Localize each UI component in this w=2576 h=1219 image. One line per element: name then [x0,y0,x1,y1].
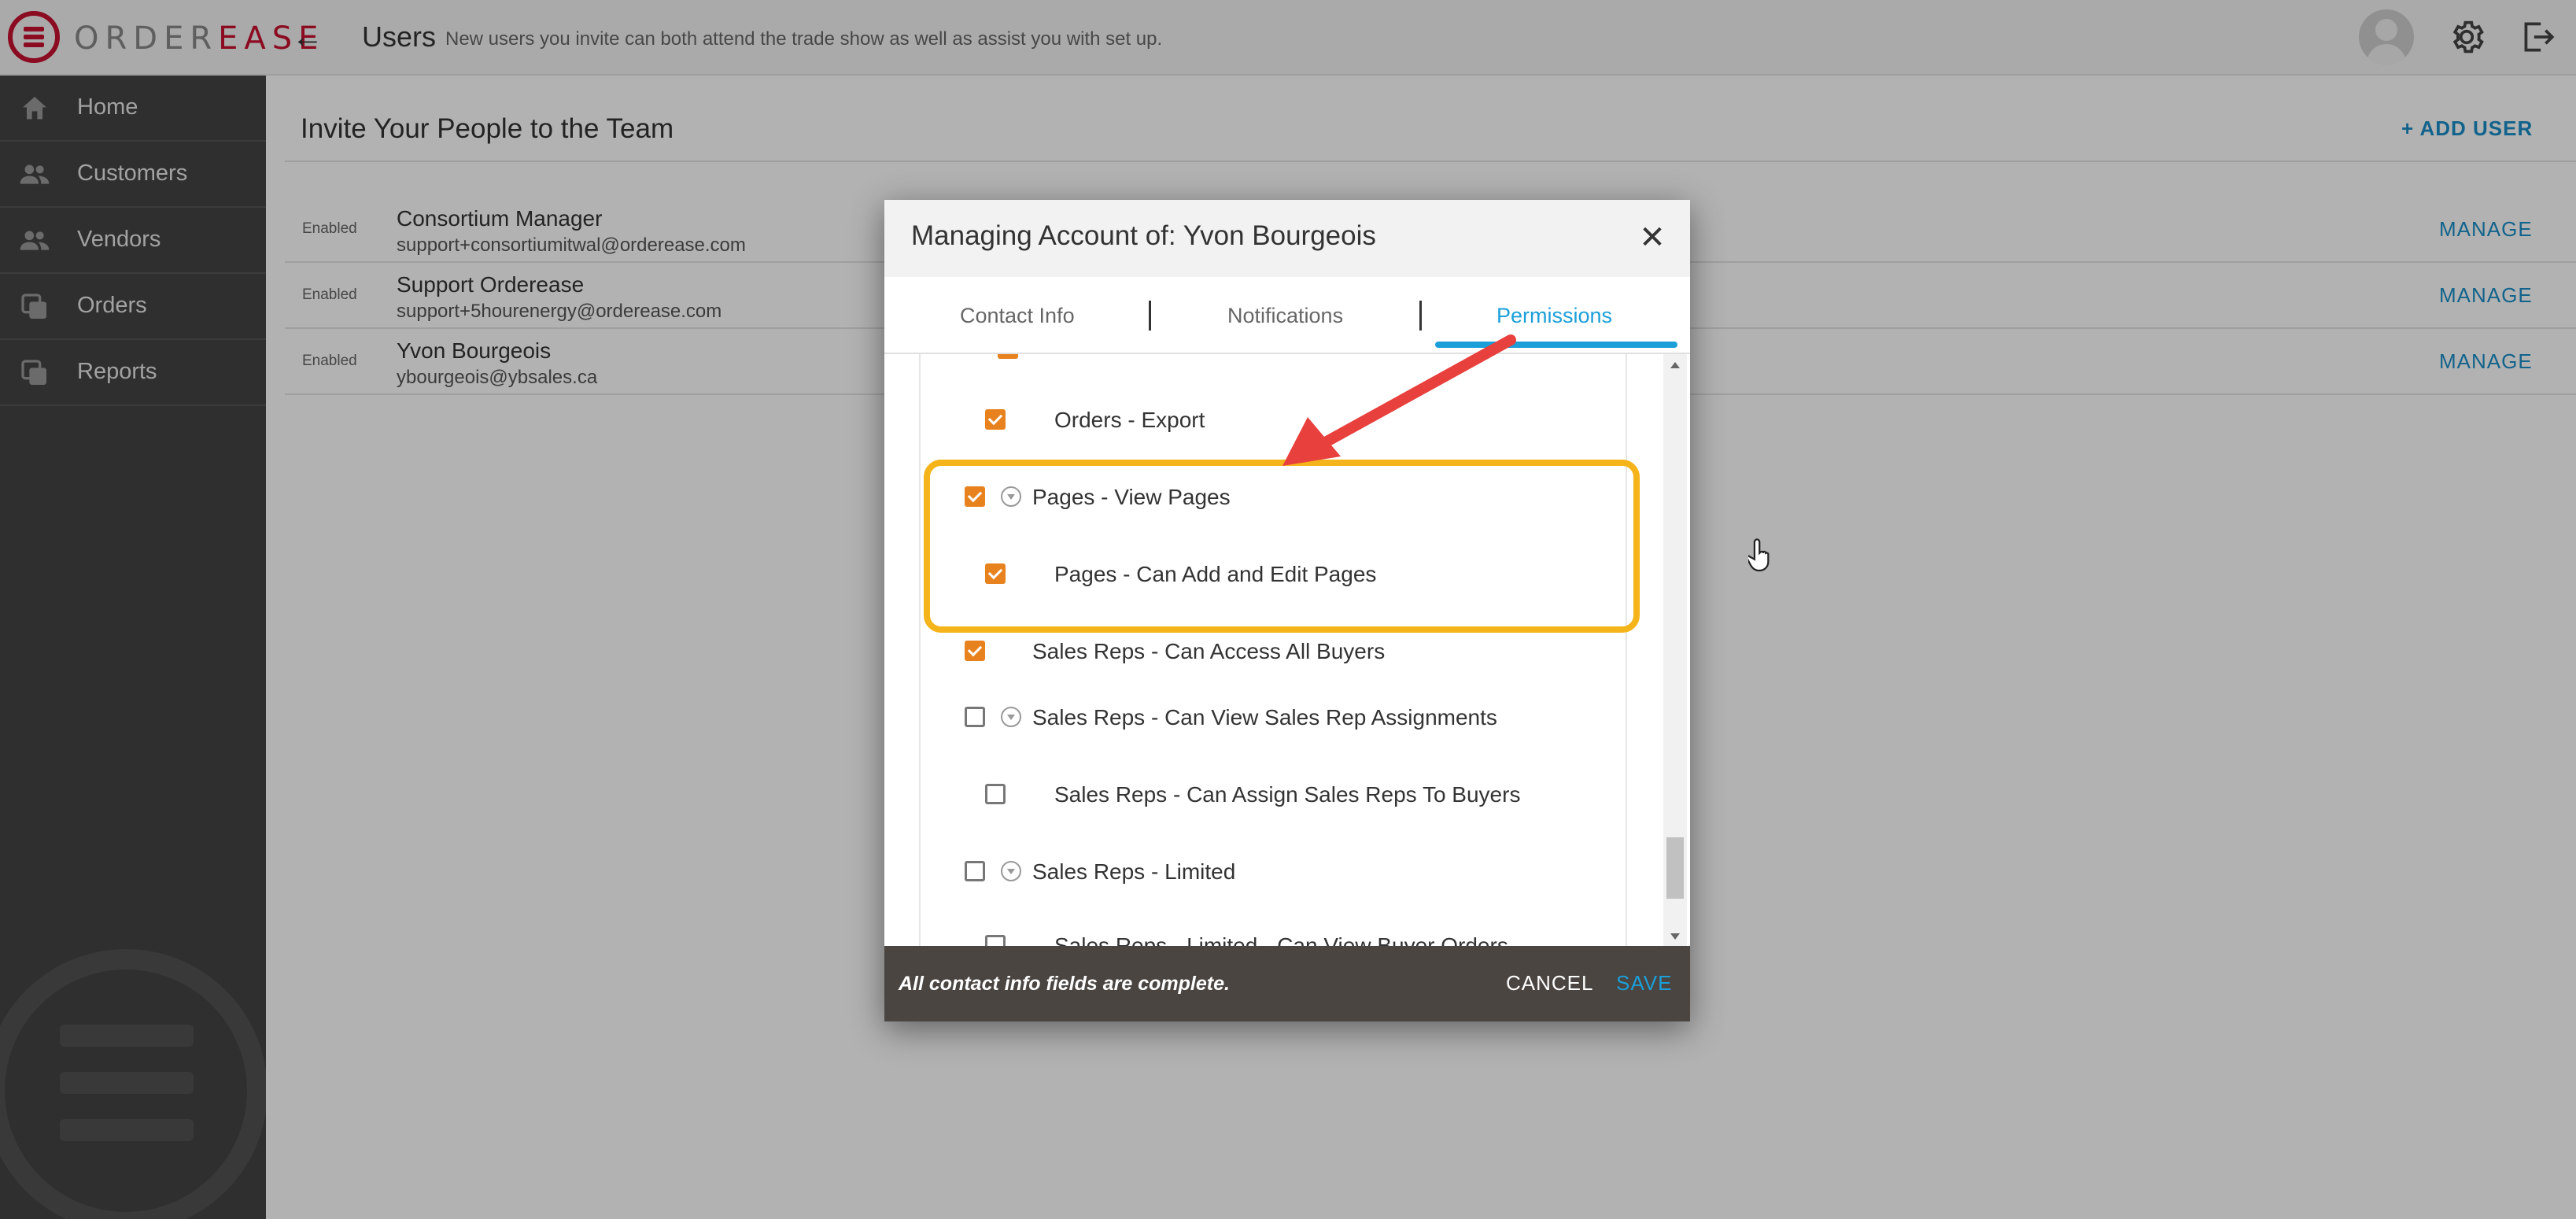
scroll-thumb[interactable] [1666,837,1684,899]
permission-row: Pages - Can Add and Edit Pages [921,551,1626,598]
cancel-button[interactable]: CANCEL [1506,971,1593,996]
scroll-up-icon[interactable] [1670,362,1680,368]
permission-checkbox[interactable] [985,935,1006,946]
scrollbar[interactable] [1663,354,1687,946]
permission-checkbox[interactable] [985,784,1006,804]
permission-label: Sales Reps - Limited [1032,859,1236,884]
permission-checkbox[interactable] [965,641,985,661]
permission-row: Orders - Export [921,397,1626,444]
tab-permissions[interactable]: Permissions [1497,304,1612,328]
chevron-down-icon[interactable] [1001,707,1021,727]
permission-label: Sales Reps - Can View Sales Rep Assignme… [1032,705,1497,730]
active-tab-indicator [1435,342,1677,348]
dialog-title: Managing Account of: Yvon Bourgeois [911,220,1376,251]
dialog-tabs: Contact Info Notifications Permissions [884,277,1690,354]
tab-divider [1149,301,1151,331]
tab-contact-info[interactable]: Contact Info [960,304,1075,328]
close-icon[interactable]: ✕ [1635,220,1670,255]
chevron-down-icon[interactable] [1001,861,1021,881]
checkbox-partial[interactable] [998,354,1018,359]
tab-divider [1419,301,1422,331]
permission-label: Pages - Can Add and Edit Pages [1054,562,1377,586]
permission-checkbox[interactable] [965,707,985,727]
permission-label: Sales Reps - Limited - Can View Buyer Or… [1054,933,1508,946]
permission-label: Sales Reps - Can Access All Buyers [1032,639,1386,663]
dialog-header: Managing Account of: Yvon Bourgeois ✕ [884,200,1690,277]
permission-row: Sales Reps - Limited - Can View Buyer Or… [921,922,1626,946]
footer-message: All contact info fields are complete. [899,973,1230,995]
permission-row: Sales Reps - Can Access All Buyers [921,628,1626,675]
permission-checkbox[interactable] [965,486,985,507]
chevron-down-icon[interactable] [1001,486,1021,507]
permissions-list: Orders - Export Pages - View Pages Pages… [919,354,1627,946]
dialog-footer: All contact info fields are complete. CA… [884,946,1690,1021]
tab-notifications[interactable]: Notifications [1227,304,1343,328]
manage-account-dialog: Managing Account of: Yvon Bourgeois ✕ Co… [884,200,1690,1021]
permission-checkbox[interactable] [985,409,1006,430]
permission-row: Sales Reps - Can View Sales Rep Assignme… [921,694,1626,741]
save-button[interactable]: SAVE [1616,971,1672,996]
permission-label: Pages - View Pages [1032,485,1231,509]
permission-row: Sales Reps - Limited [921,848,1626,896]
permission-checkbox[interactable] [985,563,1006,584]
permission-row: Sales Reps - Can Assign Sales Reps To Bu… [921,771,1626,818]
scroll-down-icon[interactable] [1670,933,1680,940]
permission-row: Pages - View Pages [921,474,1626,521]
permission-label: Sales Reps - Can Assign Sales Reps To Bu… [1054,782,1521,807]
permission-label: Orders - Export [1054,408,1205,432]
permission-checkbox[interactable] [965,861,985,881]
